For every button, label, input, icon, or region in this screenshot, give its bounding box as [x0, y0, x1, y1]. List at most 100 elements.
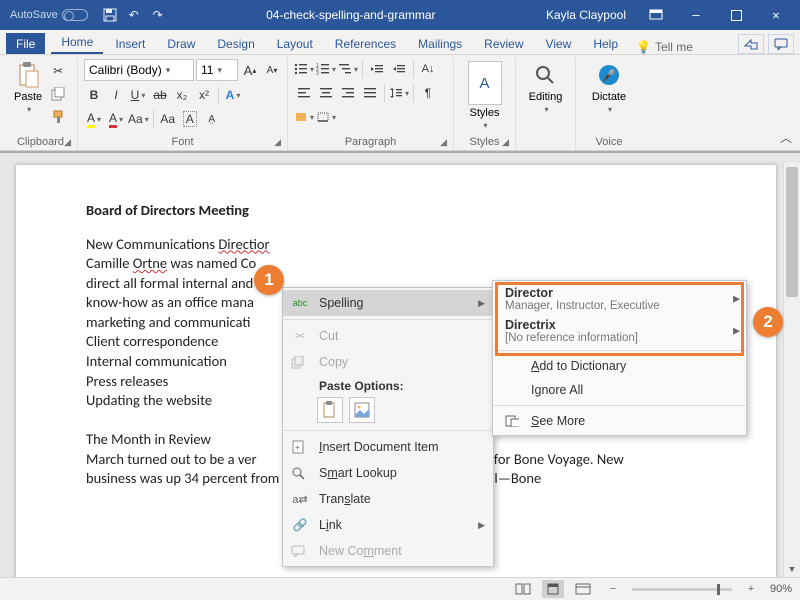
copy-icon[interactable] [48, 84, 68, 104]
grow-font-button[interactable]: A▴ [240, 60, 260, 80]
ctx-smart-lookup[interactable]: Smart LookupSmart Lookup [283, 460, 493, 486]
ctx-link[interactable]: 🔗 LinkLink ▶ [283, 512, 493, 538]
close-button[interactable]: ✕ [756, 0, 796, 30]
maximize-button[interactable] [716, 0, 756, 30]
paste-picture[interactable] [349, 397, 375, 423]
tell-me[interactable]: 💡Tell me [636, 40, 693, 54]
sort-button[interactable]: A↓ [418, 59, 438, 79]
user-name[interactable]: Kayla Claypool [546, 8, 626, 22]
dialog-launcher-icon[interactable]: ◢ [274, 137, 281, 148]
suggestion-director[interactable]: Director Manager, Instructor, Executive … [493, 283, 746, 315]
font-size-combo[interactable]: 11▾ [196, 59, 238, 81]
undo-icon[interactable]: ↶ [126, 7, 142, 23]
change-case-button[interactable]: Aa▾ [128, 109, 149, 129]
spelling-error[interactable]: Directior [218, 235, 269, 253]
vertical-scrollbar[interactable]: ▲ ▼ [783, 163, 800, 577]
tab-design[interactable]: Design [207, 33, 264, 54]
numbering-button[interactable]: 123▾ [316, 59, 336, 79]
align-right-button[interactable] [338, 83, 358, 103]
tab-draw[interactable]: Draw [157, 33, 205, 54]
underline-button[interactable]: U▾ [128, 85, 148, 105]
ribbon: Paste ▾ ✂ Clipboard◢ Calibri (Body)▾ 11▾… [0, 55, 800, 151]
align-center-button[interactable] [316, 83, 336, 103]
microphone-icon: 🎤 [595, 61, 623, 89]
redo-icon[interactable]: ↷ [150, 7, 166, 23]
ctx-insert-doc-item[interactable]: + IInsert Document Itemnsert Document It… [283, 434, 493, 460]
bullets-button[interactable]: ▾ [294, 59, 314, 79]
tab-review[interactable]: Review [474, 33, 533, 54]
text-effects-button[interactable]: A▾ [223, 85, 243, 105]
shading-button[interactable]: ▾ [294, 107, 314, 127]
tab-layout[interactable]: Layout [267, 33, 323, 54]
autosave-toggle[interactable]: AutoSave [4, 9, 94, 21]
italic-button[interactable]: I [106, 85, 126, 105]
tab-references[interactable]: References [325, 33, 406, 54]
strike-button[interactable]: ab [150, 85, 170, 105]
tab-mailings[interactable]: Mailings [408, 33, 472, 54]
justify-button[interactable] [360, 83, 380, 103]
zoom-value[interactable]: 90% [770, 583, 792, 595]
ignore-all[interactable]: Ignore AllIgnore All [493, 378, 746, 402]
highlight-button[interactable]: A▾ [84, 109, 104, 129]
ribbon-options-icon[interactable] [636, 0, 676, 30]
increase-indent-button[interactable] [389, 59, 409, 79]
collapse-ribbon-icon[interactable]: ︿ [780, 129, 792, 146]
dialog-launcher-icon[interactable]: ◢ [64, 137, 71, 148]
paste-button[interactable]: Paste ▾ [10, 59, 46, 116]
zoom-in-button[interactable]: + [740, 580, 762, 598]
print-layout-icon[interactable] [542, 580, 564, 598]
scroll-down-icon[interactable]: ▼ [784, 561, 800, 577]
spelling-error[interactable]: Ortne [133, 254, 167, 272]
add-to-dictionary[interactable]: Add to DictionaryAdd to Dictionary [493, 354, 746, 378]
chevron-down-icon: ▾ [483, 121, 487, 130]
tab-insert[interactable]: Insert [105, 33, 155, 54]
show-marks-button[interactable]: ¶ [418, 83, 438, 103]
bold-button[interactable]: B [84, 85, 104, 105]
suggestion-directrix[interactable]: Directrix [No reference information] ▶ [493, 315, 746, 347]
decrease-indent-button[interactable] [367, 59, 387, 79]
dictate-button[interactable]: 🎤 Dictate ▾ [588, 59, 630, 116]
see-more[interactable]: See MoreSee More [493, 409, 746, 433]
comments-button[interactable] [768, 34, 794, 54]
phonetic-button[interactable]: A̤ [202, 109, 222, 129]
minimize-button[interactable]: — [676, 0, 716, 30]
group-editing: Editing ▾ Editing [516, 57, 576, 150]
superscript-button[interactable]: x² [194, 85, 214, 105]
ctx-translate[interactable]: a⇄ TranslateTranslate [283, 486, 493, 512]
chevron-right-icon: ▶ [733, 294, 740, 305]
share-button[interactable] [738, 34, 764, 54]
font-family-combo[interactable]: Calibri (Body)▾ [84, 59, 194, 81]
multilevel-button[interactable]: ▾ [338, 59, 358, 79]
editing-button[interactable]: Editing ▾ [525, 59, 567, 116]
group-voice: 🎤 Dictate ▾ Voice [576, 57, 642, 150]
tab-view[interactable]: View [536, 33, 582, 54]
dialog-launcher-icon[interactable]: ◢ [440, 137, 447, 148]
shrink-font-button[interactable]: A▾ [262, 60, 282, 80]
zoom-out-button[interactable]: − [602, 580, 624, 598]
subscript-button[interactable]: x₂ [172, 85, 192, 105]
ctx-spelling[interactable]: abc Spelling ▶ [283, 290, 493, 316]
scroll-thumb[interactable] [786, 167, 798, 297]
tab-file[interactable]: File [6, 33, 45, 54]
dialog-launcher-icon[interactable]: ◢ [502, 137, 509, 148]
cut-icon[interactable]: ✂ [48, 61, 68, 81]
zoom-slider[interactable] [632, 588, 732, 591]
line-spacing-button[interactable]: ▾ [389, 83, 409, 103]
tab-help[interactable]: Help [583, 33, 628, 54]
font-color-button[interactable]: A▾ [106, 109, 126, 129]
read-mode-icon[interactable] [512, 580, 534, 598]
align-left-button[interactable] [294, 83, 314, 103]
save-icon[interactable] [102, 7, 118, 23]
borders-button[interactable]: ▾ [316, 107, 336, 127]
web-layout-icon[interactable] [572, 580, 594, 598]
abc-icon: abc [291, 298, 309, 308]
tab-home[interactable]: Home [51, 31, 103, 54]
char-border-button[interactable]: A [180, 109, 200, 129]
chevron-right-icon: ▶ [733, 326, 740, 337]
callout-2: 2 [753, 307, 783, 337]
paste-keep-source[interactable] [317, 397, 343, 423]
clear-format-button[interactable]: Aa [158, 109, 178, 129]
styles-button[interactable]: A Styles ▾ [464, 59, 506, 132]
ctx-insert-label: IInsert Document Itemnsert Document Item [319, 440, 485, 454]
format-painter-icon[interactable] [48, 107, 68, 127]
